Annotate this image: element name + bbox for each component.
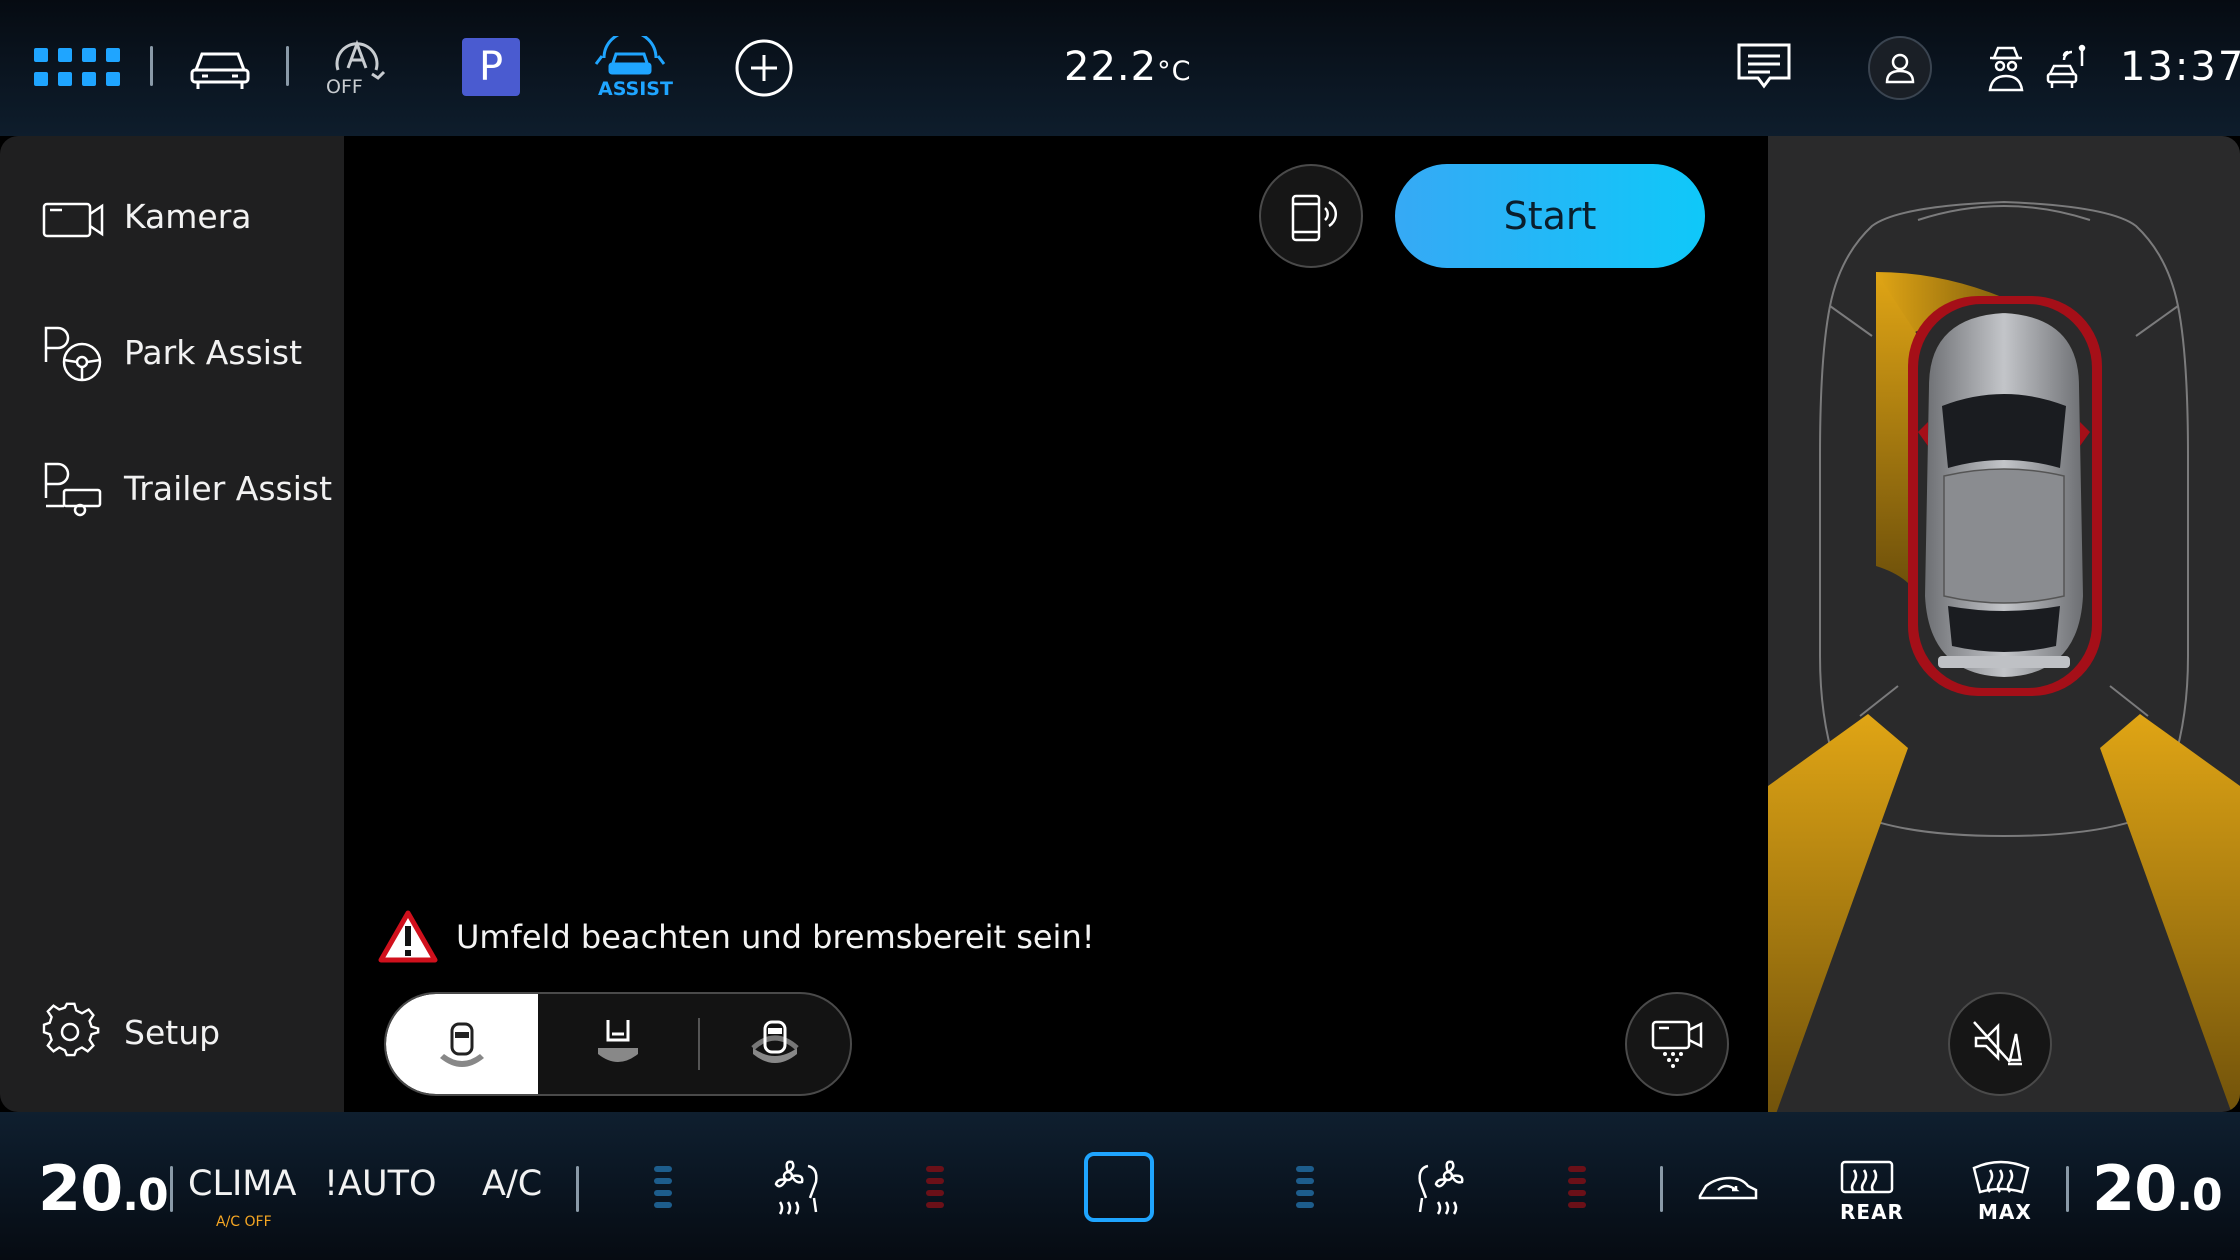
rear-label: REAR [1840, 1200, 1904, 1224]
divider [170, 1166, 173, 1212]
divider [2066, 1166, 2069, 1212]
messages-button[interactable] [1736, 42, 1792, 96]
camera-icon [42, 186, 104, 246]
rear-defrost-icon [1840, 1160, 1894, 1194]
connectivity-icon[interactable] [2044, 44, 2088, 92]
temp-dec: .0 [2176, 1170, 2222, 1221]
auto-hold-label: OFF [326, 76, 363, 98]
mute-sensor-icon [1973, 1021, 2022, 1066]
rear-view-icon [598, 1020, 638, 1062]
park-distance-graphic [1768, 200, 2240, 1112]
windshield-defrost-icon [1972, 1160, 2030, 1194]
view-mode-switch [384, 992, 852, 1096]
driver-seat-fan-button[interactable] [770, 1158, 826, 1218]
start-button[interactable]: Start [1395, 164, 1705, 268]
driver-seat-heat-level-indicator [926, 1166, 944, 1216]
temperature-value: 22.2 [1064, 44, 1158, 90]
camera-view-area: Start Umfeld beachten und bremsbereit se… [344, 136, 1768, 1112]
sidebar-item-label: Trailer Assist [124, 468, 333, 508]
camera-clean-icon [1651, 1020, 1703, 1068]
passenger-seat-fan-button[interactable] [1412, 1158, 1468, 1218]
park-mode-button[interactable]: P [462, 38, 520, 96]
car-icon[interactable] [188, 44, 252, 92]
park-trailer-icon [42, 458, 104, 518]
warning-triangle-icon [378, 910, 438, 963]
remote-parking-button[interactable] [1259, 164, 1363, 268]
front-view-icon [751, 1020, 799, 1063]
gear-icon [42, 1002, 104, 1062]
setup-label: Setup [124, 1012, 221, 1052]
assist-car-icon [594, 36, 666, 75]
top-view-button[interactable] [386, 994, 538, 1094]
temp-int: 20 [2092, 1152, 2177, 1225]
park-distance-panel [1768, 136, 2240, 1112]
park-steering-icon [42, 322, 104, 382]
message-icon [1737, 43, 1791, 89]
ac-button[interactable]: A/C [482, 1164, 542, 1204]
temp-dec: .0 [122, 1170, 168, 1221]
max-label: MAX [1978, 1200, 2032, 1224]
assist-button[interactable]: ASSIST [590, 36, 673, 102]
sidebar-item-trailer-assist[interactable]: Trailer Assist [42, 458, 332, 518]
rear-defrost-button[interactable]: REAR [1836, 1158, 1903, 1228]
max-defrost-button[interactable]: MAX [1970, 1158, 2032, 1228]
sidebar-item-park-assist[interactable]: Park Assist [42, 322, 302, 382]
plus-icon [735, 39, 793, 97]
privacy-mode-icon[interactable] [1986, 44, 2026, 92]
top-view-icon [440, 1022, 484, 1067]
seat-ventilation-icon [774, 1160, 818, 1215]
outside-temperature: 22.2°C [1064, 44, 1191, 90]
temperature-unit: °C [1157, 56, 1192, 87]
add-shortcut-button[interactable] [734, 38, 794, 98]
auto-button[interactable]: !AUTO [324, 1164, 437, 1204]
auto-hold-off-button[interactable]: OFF [322, 36, 392, 100]
front-view-button[interactable] [698, 994, 850, 1094]
driver-fan-level-indicator [654, 1166, 672, 1216]
divider [1660, 1166, 1663, 1212]
seat-ventilation-icon [1418, 1160, 1464, 1215]
recirculation-car-icon [1698, 1176, 1758, 1200]
home-climate-button[interactable] [1084, 1152, 1154, 1222]
warning-text: Umfeld beachten und bremsbereit sein! [456, 918, 1095, 956]
climate-bar: 20.0 CLIMA A/C OFF !AUTO A/C REAR MAX 20… [0, 1112, 2240, 1260]
divider [576, 1166, 579, 1212]
divider [286, 46, 289, 86]
sidebar-item-setup[interactable]: Setup [42, 1002, 220, 1062]
assist-label: ASSIST [598, 78, 673, 100]
temp-int: 20 [38, 1152, 123, 1225]
passenger-temperature[interactable]: 20.0 [2092, 1152, 2223, 1225]
sidebar-item-label: Park Assist [124, 332, 303, 372]
clima-button[interactable]: CLIMA [188, 1164, 296, 1204]
top-status-bar: OFF P ASSIST 22.2°C 13:37 [0, 0, 2240, 136]
apps-grid-icon[interactable] [34, 48, 122, 88]
driver-temperature[interactable]: 20.0 [38, 1152, 169, 1225]
passenger-fan-level-indicator [1296, 1166, 1314, 1216]
sidebar-item-kamera[interactable]: Kamera [42, 186, 252, 246]
mute-parking-sound-button[interactable] [1948, 992, 2052, 1096]
camera-settings-button[interactable] [1625, 992, 1729, 1096]
car-top-view [1918, 310, 2090, 680]
user-icon [1885, 53, 1915, 84]
divider [150, 46, 153, 86]
smartphone-signal-icon [1291, 194, 1338, 242]
ac-off-status: A/C OFF [216, 1214, 272, 1230]
sidebar-item-label: Kamera [124, 196, 252, 236]
rear-view-button[interactable] [538, 994, 698, 1094]
warning-message: Umfeld beachten und bremsbereit sein! [378, 910, 1095, 964]
clock: 13:37 [2120, 44, 2240, 90]
profile-button[interactable] [1868, 36, 1932, 100]
passenger-seat-heat-level-indicator [1568, 1166, 1586, 1216]
air-recirculation-button[interactable] [1696, 1172, 1760, 1208]
sidebar: Kamera Park Assist Trailer Assist Setup [0, 136, 344, 1112]
